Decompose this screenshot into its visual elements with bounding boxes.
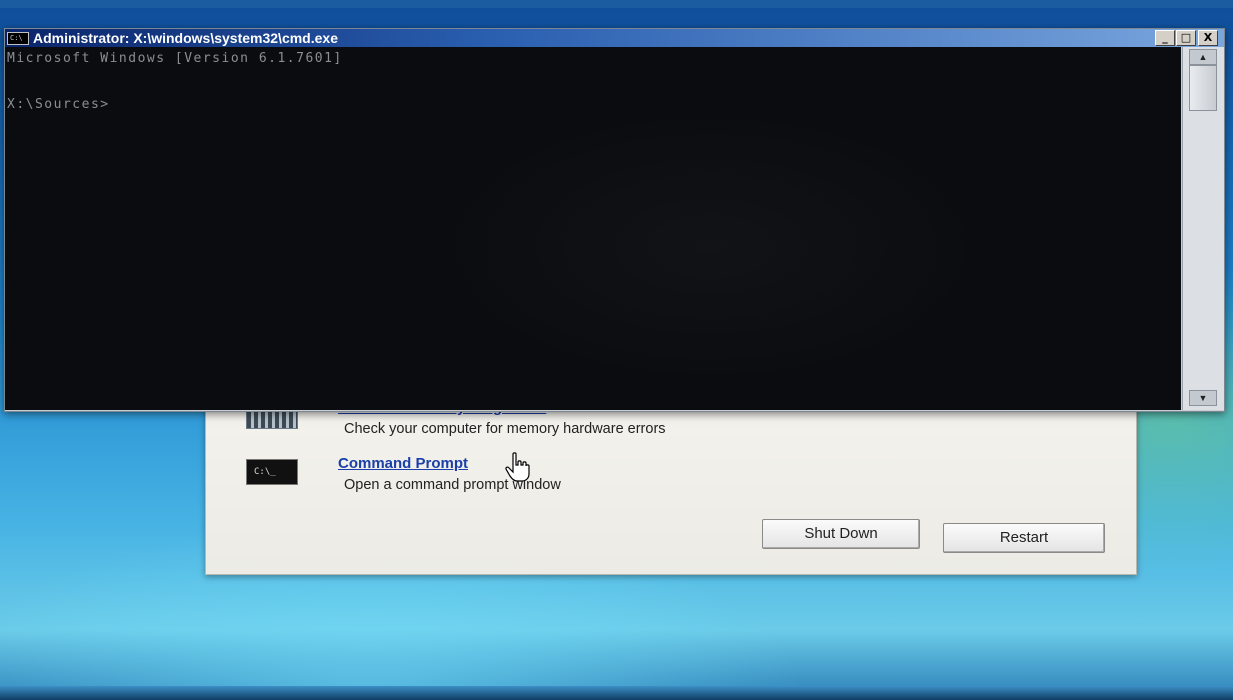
- memory-diagnostic-description: Check your computer for memory hardware …: [344, 421, 666, 437]
- scroll-up-arrow-icon[interactable]: ▲: [1189, 49, 1217, 65]
- minimize-button[interactable]: _: [1155, 30, 1175, 46]
- close-button[interactable]: X: [1198, 30, 1218, 46]
- restart-button[interactable]: Restart: [943, 523, 1105, 553]
- scroll-thumb[interactable]: [1189, 65, 1217, 111]
- shut-down-button[interactable]: Shut Down: [762, 519, 920, 549]
- command-prompt-window[interactable]: C:\ Administrator: X:\windows\system32\c…: [4, 28, 1225, 412]
- desktop-bottom-edge: [0, 686, 1233, 700]
- console-version-line: Microsoft Windows [Version 6.1.7601]: [7, 51, 343, 66]
- console-prompt-line: X:\Sources>: [7, 97, 110, 112]
- window-title-bar[interactable]: C:\ Administrator: X:\windows\system32\c…: [5, 29, 1224, 47]
- tool-row-command-prompt[interactable]: C:\_ Command Prompt Open a command promp…: [246, 455, 846, 509]
- vertical-scrollbar[interactable]: ▲ ▼: [1182, 47, 1224, 410]
- window-title: Administrator: X:\windows\system32\cmd.e…: [33, 30, 338, 46]
- console-output[interactable]: Microsoft Windows [Version 6.1.7601] X:\…: [5, 47, 1181, 410]
- command-prompt-icon[interactable]: C:\_: [246, 459, 298, 485]
- cmd-app-icon[interactable]: C:\: [7, 32, 29, 45]
- desktop-top-edge: [0, 0, 1233, 8]
- maximize-button[interactable]: □: [1176, 30, 1196, 46]
- scroll-down-arrow-icon[interactable]: ▼: [1189, 390, 1217, 406]
- command-prompt-link[interactable]: Command Prompt: [338, 455, 468, 472]
- hand-pointer-icon: [505, 452, 530, 482]
